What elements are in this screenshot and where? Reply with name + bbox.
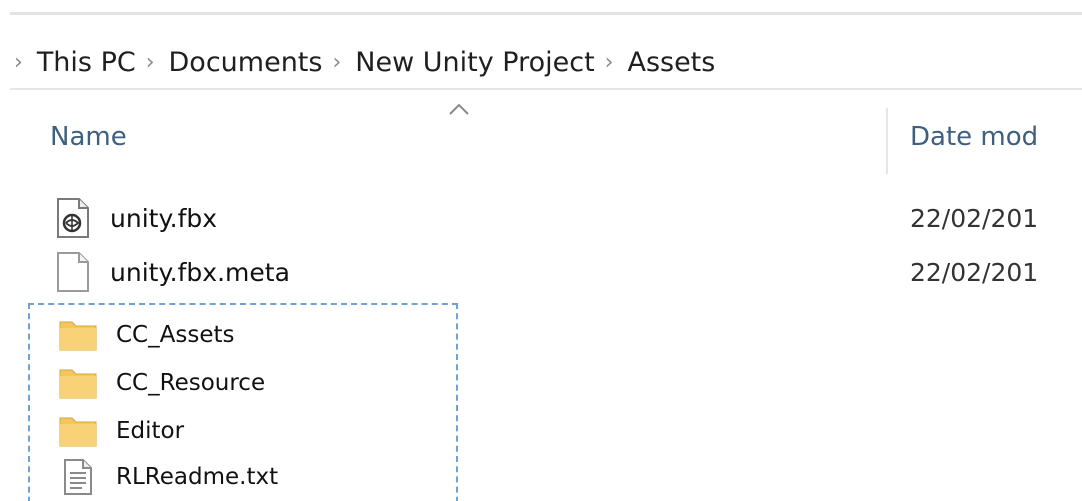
file-date-modified: 22/02/201	[910, 257, 1039, 287]
file-row[interactable]: unity.fbx.meta 22/02/201	[50, 250, 1082, 294]
file-name: unity.fbx	[110, 203, 218, 233]
folder-name: CC_Resource	[116, 370, 266, 396]
file-explorer-window: › This PC › Documents › New Unity Projec…	[0, 0, 1082, 501]
folder-icon	[58, 365, 98, 401]
breadcrumb-item-assets[interactable]: Assets	[627, 47, 715, 78]
sort-ascending-icon	[449, 103, 469, 115]
toolbar-divider	[10, 12, 1082, 15]
breadcrumb: › This PC › Documents › New Unity Projec…	[0, 38, 1082, 86]
file-row[interactable]: unity.fbx 22/02/201	[50, 196, 1082, 240]
blank-file-icon	[50, 252, 96, 292]
column-divider[interactable]	[886, 108, 888, 174]
breadcrumb-separator[interactable]: ›	[605, 50, 614, 75]
folder-row[interactable]: CC_Resource	[58, 362, 1082, 404]
address-bar-divider	[10, 88, 1082, 90]
folder-icon	[58, 317, 98, 353]
folder-row[interactable]: CC_Assets	[58, 314, 1082, 356]
column-header-date-modified[interactable]: Date mod	[910, 122, 1038, 152]
breadcrumb-item-this-pc[interactable]: This PC	[37, 47, 136, 78]
breadcrumb-separator[interactable]: ›	[332, 50, 341, 75]
folder-icon	[58, 413, 98, 449]
file-name: unity.fbx.meta	[110, 257, 290, 287]
folder-row[interactable]: Editor	[58, 410, 1082, 452]
breadcrumb-separator[interactable]: ›	[146, 50, 155, 75]
folder-name: Editor	[116, 418, 185, 444]
text-file-icon	[58, 459, 98, 495]
breadcrumb-separator[interactable]: ›	[14, 50, 23, 75]
file-name: RLReadme.txt	[116, 464, 279, 490]
breadcrumb-item-new-unity-project[interactable]: New Unity Project	[355, 47, 594, 78]
column-header-name[interactable]: Name	[50, 122, 127, 152]
folder-name: CC_Assets	[116, 322, 235, 348]
breadcrumb-item-documents[interactable]: Documents	[169, 47, 323, 78]
file-row[interactable]: RLReadme.txt	[58, 456, 1082, 498]
fbx-file-icon	[50, 198, 96, 238]
file-date-modified: 22/02/201	[910, 203, 1039, 233]
